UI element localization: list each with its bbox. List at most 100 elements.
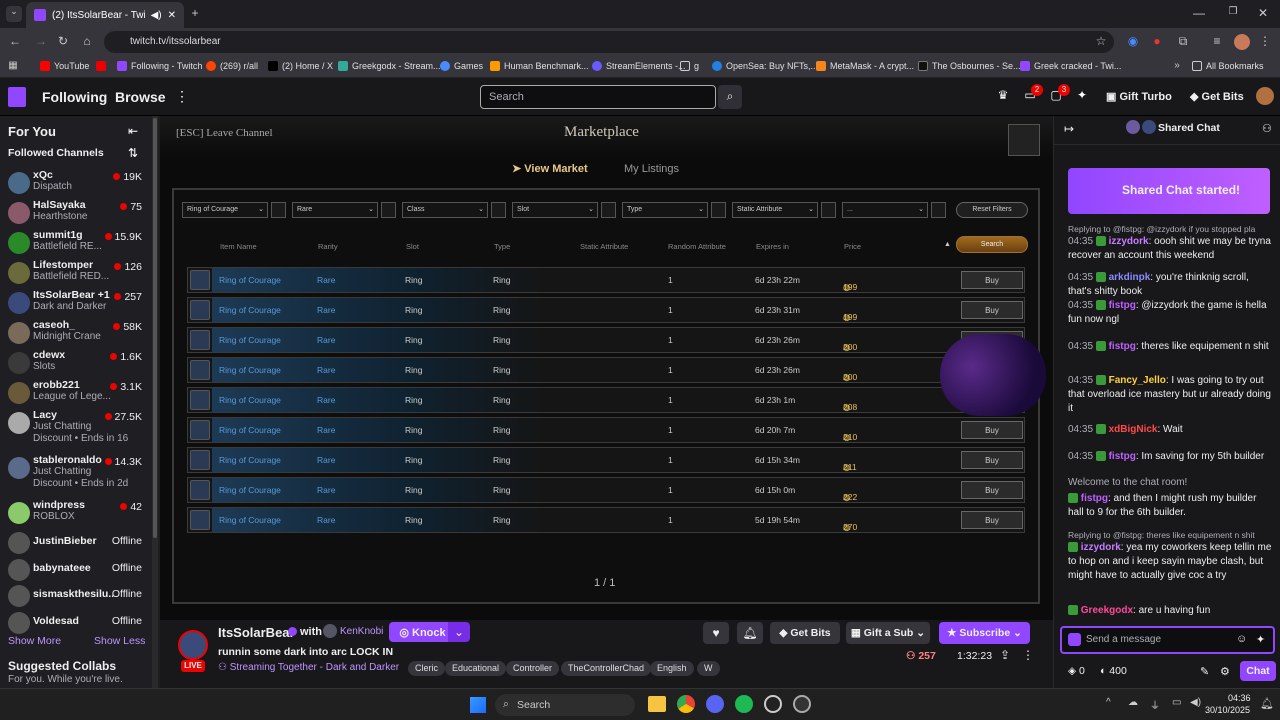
sort-arrow-icon[interactable]: ▲ bbox=[944, 241, 951, 248]
nav-following[interactable]: Following bbox=[42, 89, 107, 105]
gift-turbo-button[interactable]: ▣ Gift Turbo bbox=[1106, 90, 1172, 103]
listing-row[interactable]: Ring of Courage Rare Ring Ring 1 6d 23h … bbox=[187, 357, 1025, 383]
sort-icon[interactable]: ⇅ bbox=[126, 146, 140, 160]
browser-menu-icon[interactable]: ⋮ bbox=[1258, 34, 1272, 48]
filter-reset-1[interactable] bbox=[271, 202, 286, 218]
listing-row[interactable]: Ring of Courage Rare Ring Ring 1 6d 15h … bbox=[187, 447, 1025, 473]
chat-username[interactable]: izzydork bbox=[1081, 542, 1121, 553]
col-random-attribute[interactable]: Random Attribute bbox=[668, 242, 726, 251]
bookmark-greek-cracked[interactable]: Greek cracked - Twi... bbox=[1020, 61, 1121, 71]
tray-usb-icon[interactable]: ⏚ bbox=[1150, 697, 1160, 712]
bookmark-reddit[interactable]: (269) r/all bbox=[206, 61, 258, 71]
listing-row[interactable]: Ring of Courage Rare Ring Ring 1 6d 23h … bbox=[187, 387, 1025, 413]
filter-reset-6[interactable] bbox=[821, 202, 836, 218]
chat-send-button[interactable]: Chat bbox=[1240, 661, 1276, 681]
bookmark-greekgodx-stream[interactable]: Greekgodx - Stream... bbox=[338, 61, 441, 71]
sidebar-channel[interactable]: stableronaldo Just Chatting 14.3K Discou… bbox=[0, 454, 152, 489]
chat-emote-icon[interactable]: ☺ bbox=[1236, 633, 1247, 645]
show-more-link[interactable]: Show More bbox=[8, 635, 61, 647]
filter-reset-7[interactable] bbox=[931, 202, 946, 218]
bookmark-opensea[interactable]: OpenSea: Buy NFTs,... bbox=[712, 61, 818, 71]
notification-bell-icon[interactable]: 🔔︎ bbox=[737, 622, 763, 644]
filter-reset-4[interactable] bbox=[601, 202, 616, 218]
knock-dropdown-icon[interactable]: ⌄ bbox=[448, 622, 470, 642]
filter-class[interactable]: Class ⌄ bbox=[402, 202, 488, 218]
more-menu-icon[interactable]: ⋮ bbox=[175, 88, 189, 105]
chat-username[interactable]: fistpg bbox=[1081, 493, 1108, 504]
tray-chevron-icon[interactable]: ^ bbox=[1106, 697, 1111, 708]
media-icon[interactable]: ≡ bbox=[1210, 34, 1224, 48]
bookmark-osbournes[interactable]: The Osbournes - Se... bbox=[918, 61, 1021, 71]
view-market-tab[interactable]: ➤ View Market bbox=[512, 162, 588, 175]
all-bookmarks[interactable]: All Bookmarks bbox=[1192, 61, 1264, 71]
bookmark-star-icon[interactable]: ☆ bbox=[1094, 34, 1108, 48]
tag-educational[interactable]: Educational bbox=[445, 661, 507, 676]
filter-reset-5[interactable] bbox=[711, 202, 726, 218]
extensions-puzzle-icon[interactable]: ⧉ bbox=[1176, 34, 1190, 49]
col-rarity[interactable]: Rarity bbox=[318, 242, 338, 251]
filter-slot[interactable]: Slot ⌄ bbox=[512, 202, 598, 218]
whispers-icon[interactable]: ✦ bbox=[1074, 88, 1090, 102]
chat-username[interactable]: izzydork bbox=[1109, 236, 1149, 247]
tag-thecontrollerchad[interactable]: TheControllerChad bbox=[561, 661, 652, 676]
col-item-name[interactable]: Item Name bbox=[220, 242, 257, 251]
sidebar-channel[interactable]: ItsSolarBear +1 Dark and Darker 257 bbox=[0, 289, 152, 319]
chat-users-icon[interactable]: ⚇ bbox=[1262, 122, 1272, 135]
chat-username[interactable]: xdBigNick bbox=[1109, 424, 1158, 435]
bookmark-streamelements[interactable]: StreamElements -... bbox=[592, 61, 686, 71]
search-input[interactable]: Search bbox=[480, 85, 716, 109]
chat-username[interactable]: Fancy_Jello bbox=[1109, 375, 1166, 386]
bookmark-human-benchmark[interactable]: Human Benchmark... bbox=[490, 61, 589, 71]
col-expires[interactable]: Expires in bbox=[756, 242, 789, 251]
tab-close-icon[interactable]: ✕ bbox=[168, 10, 176, 21]
col-static-attribute[interactable]: Static Attribute bbox=[580, 242, 628, 251]
share-icon[interactable]: ⇪ bbox=[1000, 648, 1010, 662]
filter-random-attribute[interactable]: ... ⌄ bbox=[842, 202, 928, 218]
chat-username[interactable]: fistpg bbox=[1109, 300, 1136, 311]
sidebar-channel[interactable]: erobb221 League of Lege... 3.1K bbox=[0, 379, 152, 409]
streaming-together-link[interactable]: ⚇ Streaming Together - Dark and Darker bbox=[218, 662, 399, 673]
browser-tab[interactable]: (2) ItsSolarBear - Twitch ◀) ✕ bbox=[26, 2, 184, 28]
game-close-button[interactable] bbox=[1008, 124, 1040, 156]
col-slot[interactable]: Slot bbox=[406, 242, 419, 251]
sidebar-channel[interactable]: caseoh_ Midnight Crane 58K bbox=[0, 319, 152, 349]
search-market-button[interactable]: Search bbox=[956, 236, 1028, 253]
profile-avatar[interactable] bbox=[1234, 34, 1250, 50]
more-options-icon[interactable]: ⋮ bbox=[1022, 648, 1034, 662]
notification-center-icon[interactable]: 🔔︎ bbox=[1260, 697, 1274, 710]
home-icon[interactable]: ⌂ bbox=[80, 34, 94, 48]
buy-button[interactable]: Buy bbox=[961, 511, 1023, 529]
user-avatar[interactable] bbox=[1256, 87, 1274, 105]
collapse-chat-icon[interactable]: ↦ bbox=[1064, 122, 1074, 136]
video-player[interactable]: [ESC] Leave Channel Marketplace ➤ View M… bbox=[160, 116, 1053, 620]
listing-row[interactable]: Ring of Courage Rare Ring Ring 1 6d 23h … bbox=[187, 267, 1025, 293]
clock-time[interactable]: 04:36 bbox=[1228, 693, 1251, 703]
col-price[interactable]: Price bbox=[844, 242, 861, 251]
new-tab-icon[interactable]: + bbox=[188, 6, 202, 20]
tray-volume-icon[interactable]: ◀) bbox=[1190, 697, 1201, 708]
reload-icon[interactable]: ↻ bbox=[56, 34, 70, 48]
sidebar-channel[interactable]: windpress ROBLOX 42 bbox=[0, 499, 152, 529]
chat-input[interactable]: Send a message ☺ ✦ bbox=[1060, 626, 1275, 654]
listing-row[interactable]: Ring of Courage Rare Ring Ring 1 5d 19h … bbox=[187, 507, 1025, 533]
prime-crown-icon[interactable]: ♛ bbox=[995, 88, 1011, 102]
filter-item-name[interactable]: Ring of Courage ⌄ bbox=[182, 202, 268, 218]
back-icon[interactable]: ← bbox=[8, 34, 22, 48]
my-listings-tab[interactable]: My Listings bbox=[624, 163, 679, 175]
channel-points-2[interactable]: ◐ 400 bbox=[1100, 665, 1127, 677]
tray-onedrive-icon[interactable]: ☁ bbox=[1128, 697, 1138, 708]
tab-mute-icon[interactable]: ◀) bbox=[151, 10, 162, 21]
taskbar-search[interactable]: ⌕ Search bbox=[495, 694, 635, 716]
buy-button[interactable]: Buy bbox=[961, 301, 1023, 319]
sidebar-channel[interactable]: cdewx Slots 1.6K bbox=[0, 349, 152, 379]
chat-username[interactable]: fistpg bbox=[1109, 341, 1136, 352]
show-less-link[interactable]: Show Less bbox=[94, 635, 145, 647]
bookmark-games[interactable]: Games bbox=[440, 61, 483, 71]
sidebar-channel[interactable]: HalSayaka Hearthstone 75 bbox=[0, 199, 152, 229]
tag-cleric[interactable]: Cleric bbox=[408, 661, 446, 676]
filter-reset-3[interactable] bbox=[491, 202, 506, 218]
sidebar-channel[interactable]: Lifestomper Battlefield RED... 126 bbox=[0, 259, 152, 289]
channel-name[interactable]: ItsSolarBear bbox=[218, 625, 295, 640]
more-bookmarks-icon[interactable]: » bbox=[1170, 60, 1184, 71]
search-button[interactable]: ⌕ bbox=[718, 85, 742, 109]
